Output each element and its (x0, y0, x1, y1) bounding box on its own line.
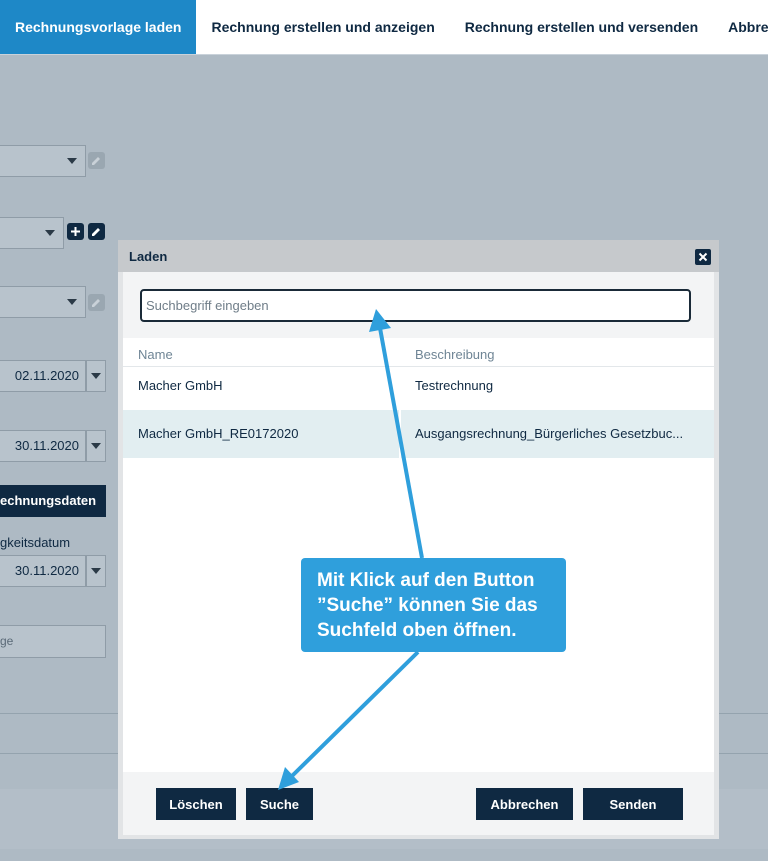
background-select-2[interactable] (0, 217, 64, 249)
chevron-down-icon (91, 373, 101, 379)
row-description: Testrechnung (415, 378, 494, 393)
background-select-3[interactable] (0, 286, 86, 318)
background-select-1[interactable] (0, 145, 86, 177)
table-row[interactable]: Macher GmbH Testrechnung (123, 362, 714, 410)
edit-icon[interactable] (88, 223, 105, 240)
tab-rechnung-erstellen-anzeigen[interactable]: Rechnung erstellen und anzeigen (196, 0, 449, 54)
tutorial-callout: Mit Klick auf den Button ”Suche” können … (301, 558, 566, 652)
date-dropdown-button[interactable] (86, 430, 106, 462)
tab-rechnung-erstellen-versenden[interactable]: Rechnung erstellen und versenden (450, 0, 713, 54)
background-date-3[interactable]: 30.11.2020 (0, 555, 86, 587)
date-dropdown-button[interactable] (86, 360, 106, 392)
tab-rechnungsvorlage-laden[interactable]: Rechnungsvorlage laden (0, 0, 197, 54)
background-date-1[interactable]: 02.11.2020 (0, 360, 86, 392)
dialog-title: Laden (129, 249, 168, 264)
column-divider (399, 410, 401, 458)
chevron-down-icon (91, 568, 101, 574)
send-button[interactable]: Senden (583, 788, 683, 820)
row-name: Macher GmbH_RE0172020 (138, 426, 299, 441)
edit-icon[interactable] (88, 294, 105, 311)
dialog-footer: Löschen Suche Abbrechen Senden (123, 772, 714, 835)
background-date-label: gkeitsdatum (0, 535, 71, 550)
top-tab-bar: Rechnungsvorlage laden Rechnung erstelle… (0, 0, 768, 55)
chevron-down-icon (45, 230, 55, 236)
search-button[interactable]: Suche (246, 788, 313, 820)
date-dropdown-button[interactable] (86, 555, 106, 587)
search-area (123, 272, 714, 338)
close-icon[interactable] (695, 249, 711, 265)
chevron-down-icon (67, 158, 77, 164)
search-input[interactable] (140, 289, 691, 322)
background-rechnungsdaten-button[interactable]: echnungsdaten (0, 485, 106, 517)
delete-button[interactable]: Löschen (156, 788, 236, 820)
dialog-body: Name Beschreibung Macher GmbH Testrechnu… (123, 272, 714, 835)
row-description: Ausgangsrechnung_Bürgerliches Gesetzbuc.… (415, 426, 684, 441)
column-header-name: Name (138, 347, 173, 362)
column-header-description: Beschreibung (415, 347, 495, 362)
table-row[interactable]: Macher GmbH_RE0172020 Ausgangsrechnung_B… (123, 410, 714, 458)
chevron-down-icon (67, 299, 77, 305)
chevron-down-icon (91, 443, 101, 449)
dialog-header: Laden (118, 240, 719, 272)
cancel-button[interactable]: Abbrechen (476, 788, 573, 820)
add-icon[interactable] (67, 223, 84, 240)
row-name: Macher GmbH (138, 378, 223, 393)
edit-icon[interactable] (88, 152, 105, 169)
tab-abbrechen[interactable]: Abbrechen (713, 0, 768, 54)
background-date-2[interactable]: 30.11.2020 (0, 430, 86, 462)
load-dialog: Laden Name Beschreibung Macher GmbH Test… (118, 240, 719, 839)
background-text-input[interactable]: ge (0, 625, 106, 658)
